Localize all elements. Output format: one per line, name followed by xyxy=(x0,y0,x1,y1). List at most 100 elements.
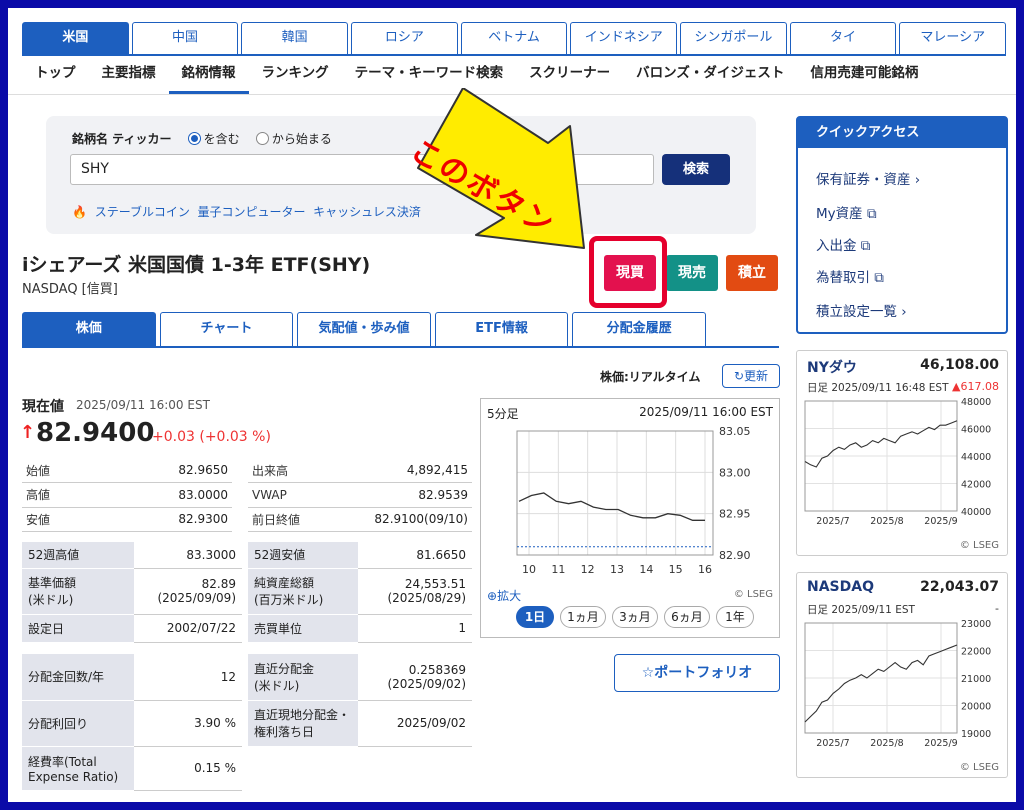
table-row: 高値 83.0000 xyxy=(22,482,232,508)
info-value: 0.15 % xyxy=(134,746,242,791)
quote-key: 出来高 xyxy=(248,458,328,483)
refresh-label: 更新 xyxy=(744,369,769,383)
search-options: 銘柄名 ティッカー を含む から始まる xyxy=(72,130,332,147)
index-value: 22,043.07 xyxy=(920,579,999,595)
price-change: +0.03 (+0.03 %) xyxy=(152,429,271,445)
radio-contains[interactable]: を含む xyxy=(187,132,240,146)
y-tick-label: 82.90 xyxy=(719,549,751,562)
tab-singapore[interactable]: シンガポール xyxy=(680,22,787,54)
radio-on-icon xyxy=(187,132,201,145)
sell-button[interactable]: 現売 xyxy=(666,255,718,291)
x-tick-label: 10 xyxy=(522,563,536,576)
table-row: VWAP 82.9539 xyxy=(248,482,472,508)
quick-link-my-assets[interactable]: My資産 ⧉ xyxy=(816,202,877,222)
quick-link-deposit[interactable]: 入出金 ⧉ xyxy=(816,234,870,254)
tab-us[interactable]: 米国 xyxy=(22,22,129,54)
quick-link-holdings[interactable]: 保有証券・資産 › xyxy=(816,168,920,188)
subnav-stock-info[interactable]: 銘柄情報 xyxy=(168,60,249,94)
info-key: 52週高値 xyxy=(22,542,134,569)
quick-link-accumulation[interactable]: 積立設定一覧 › xyxy=(816,300,907,320)
index-chart-dow: 48000 46000 44000 42000 40000 2025/7 2025/8 202… xyxy=(804,397,991,527)
tab-china[interactable]: 中国 xyxy=(131,22,239,54)
table-row: 安値 82.9300 xyxy=(22,507,232,532)
intraday-chart-panel: 5分足 2025/09/11 16:00 EST 83.05 83.00 82.95… xyxy=(480,398,780,638)
range-1d[interactable]: 1日 xyxy=(516,606,554,628)
x-tick-label: 11 xyxy=(551,563,565,576)
search-button[interactable]: 検索 xyxy=(662,154,730,185)
range-1y[interactable]: 1年 xyxy=(716,606,754,628)
subnav-top[interactable]: トップ xyxy=(22,60,89,94)
subnav-margin-sell[interactable]: 信用売建可能銘柄 xyxy=(797,60,931,94)
trend-link[interactable]: ステーブルコイン xyxy=(95,205,190,219)
tab-chart[interactable]: チャート xyxy=(159,312,294,348)
page-frame: 米国 中国 韓国 ロシア ベトナム インドネシア シンガポール タイ マレーシア… xyxy=(8,8,1016,802)
range-1m[interactable]: 1ヵ月 xyxy=(560,606,606,628)
tab-vietnam[interactable]: ベトナム xyxy=(460,22,568,54)
portfolio-button[interactable]: ☆ポートフォリオ xyxy=(614,654,780,692)
realtime-label: 株価:リアルタイム xyxy=(600,370,701,384)
info-value: 82.89 (2025/09/09) xyxy=(134,568,242,615)
y-tick-label: 23000 xyxy=(961,619,991,630)
range-6m[interactable]: 6ヵ月 xyxy=(664,606,710,628)
plot-frame xyxy=(516,430,714,556)
x-tick-label: 2025/7 xyxy=(816,516,849,527)
quote-table-right: 出来高 4,892,415 VWAP 82.9539 前日終値 82.9100(09/… xyxy=(248,458,472,532)
quote-value: 4,892,415 xyxy=(327,458,472,483)
tab-russia[interactable]: ロシア xyxy=(351,22,458,54)
quick-link-label: My資産 xyxy=(816,206,863,222)
x-tick-label: 2025/9 xyxy=(924,516,957,527)
info-value: 2002/07/22 xyxy=(134,614,242,643)
index-card-nasdaq[interactable]: NASDAQ 22,043.07 日足 2025/09/11 EST - 230… xyxy=(796,572,1008,778)
index-change: ▲617.08 xyxy=(952,380,999,393)
tab-indonesia[interactable]: インドネシア xyxy=(570,22,678,54)
range-3m[interactable]: 3ヵ月 xyxy=(612,606,658,628)
x-tick-label: 16 xyxy=(698,563,712,576)
x-tick-label: 2025/7 xyxy=(816,738,849,749)
y-tick-label: 20000 xyxy=(961,702,991,713)
tab-korea[interactable]: 韓国 xyxy=(241,22,349,54)
tab-dividend-history[interactable]: 分配金履歴 xyxy=(572,312,706,348)
refresh-button[interactable]: ↻更新 xyxy=(722,364,780,388)
subnav-ranking[interactable]: ランキング xyxy=(249,60,342,94)
country-tabs: 米国 中国 韓国 ロシア ベトナム インドネシア シンガポール タイ マレーシア xyxy=(22,22,1007,54)
x-tick-label: 12 xyxy=(581,563,595,576)
quote-value: 82.9650 xyxy=(97,458,232,483)
index-chart-nasdaq: 23000 22000 21000 20000 19000 2025/7 2025/8 202… xyxy=(804,619,991,749)
tab-price[interactable]: 株価 xyxy=(22,312,156,348)
quick-link-fx[interactable]: 為替取引 ⧉ xyxy=(816,266,884,286)
trend-link[interactable]: 量子コンピューター xyxy=(197,205,305,219)
index-card-dow[interactable]: NYダウ 46,108.00 日足 2025/09/11 16:48 EST ▲… xyxy=(796,350,1008,556)
quote-value: 83.0000 xyxy=(97,482,232,508)
info-key: 経費率(Total Expense Ratio) xyxy=(22,746,134,791)
subnav-indicators[interactable]: 主要指標 xyxy=(89,60,169,94)
info-key: 直近現地分配金・ 権利落ち日 xyxy=(248,700,358,747)
subnav-barrons[interactable]: バロンズ・ダイジェスト xyxy=(623,60,797,94)
star-plus-icon: ☆ xyxy=(641,665,655,681)
info-key: 分配利回り xyxy=(22,700,134,747)
index-time: 日足 2025/09/11 16:48 EST xyxy=(807,382,949,394)
divider xyxy=(22,54,1006,56)
tab-malaysia[interactable]: マレーシア xyxy=(899,22,1007,54)
radio-starts-with[interactable]: から始まる xyxy=(255,132,332,146)
zoom-label: 拡大 xyxy=(497,589,522,603)
y-tick-label: 22000 xyxy=(961,647,991,658)
trend-link[interactable]: キャッシュレス決済 xyxy=(313,205,421,219)
intraday-chart: 83.05 83.00 82.95 82.90 10 11 12 13 14 15 16 xyxy=(516,425,751,576)
zoom-button[interactable]: ⊕拡大 xyxy=(487,587,521,604)
tab-etf-info[interactable]: ETF情報 xyxy=(434,312,569,348)
table-row: 出来高 4,892,415 xyxy=(248,458,472,483)
table-row: 経費率(Total Expense Ratio) 0.15 % xyxy=(22,746,472,791)
quote-value: 82.9300 xyxy=(97,507,232,532)
tab-quotes[interactable]: 気配値・歩み値 xyxy=(297,312,431,348)
quote-value: 82.9100(09/10) xyxy=(327,507,472,532)
tab-thailand[interactable]: タイ xyxy=(789,22,897,54)
accumulate-button[interactable]: 積立 xyxy=(726,255,778,291)
x-tick-label: 2025/8 xyxy=(870,738,903,749)
index-name: NASDAQ xyxy=(807,579,874,595)
table-row: 基準価額 (米ドル) 82.89 (2025/09/09) 純資産総額 (百万米ド… xyxy=(22,568,472,615)
quick-access-panel: クイックアクセス 保有証券・資産 › My資産 ⧉ 入出金 ⧉ 為替取引 ⧉ 積… xyxy=(796,116,1008,334)
exchange-label: NASDAQ [信買] xyxy=(22,282,118,297)
quick-access-title: クイックアクセス xyxy=(798,118,1006,148)
info-key: 設定日 xyxy=(22,614,134,643)
y-tick-label: 40000 xyxy=(961,507,991,518)
